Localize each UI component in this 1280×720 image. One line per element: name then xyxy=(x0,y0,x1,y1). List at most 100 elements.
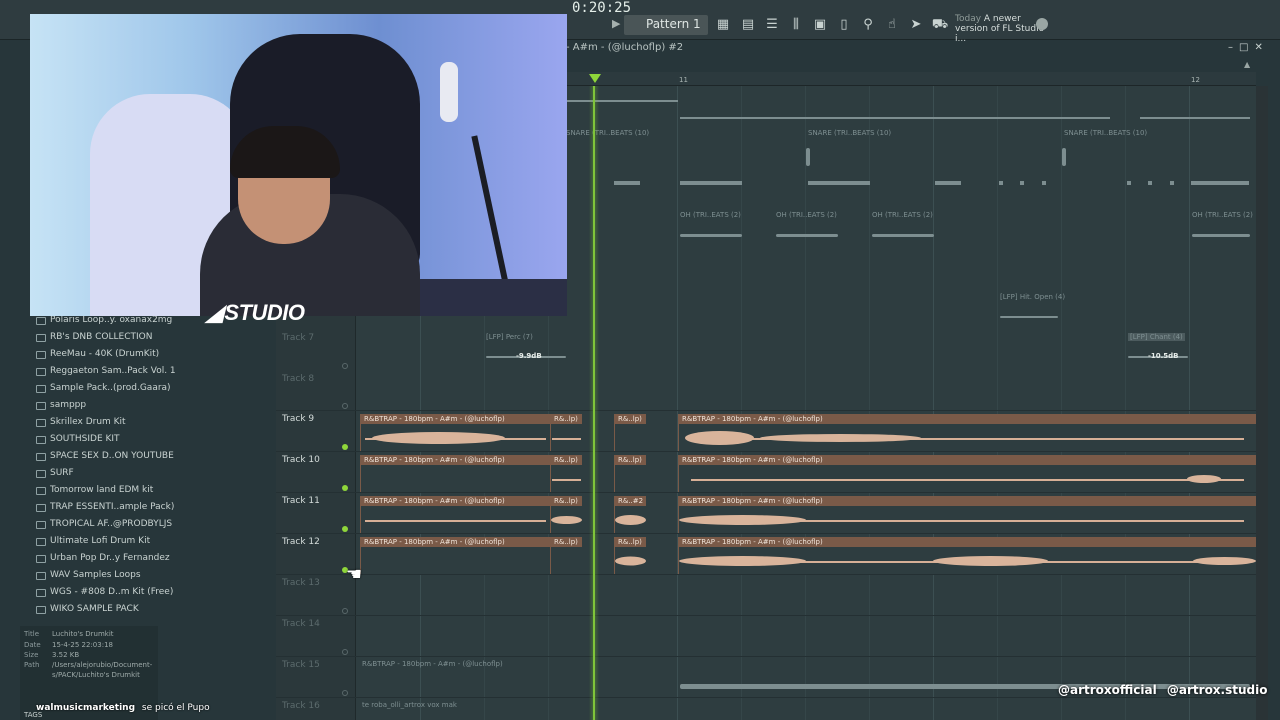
clip-body xyxy=(361,424,550,451)
clip-label: R&..lp) xyxy=(615,537,646,547)
track-mute-led[interactable] xyxy=(342,526,348,532)
clip-body xyxy=(361,465,550,492)
browser-folder-item[interactable]: samppp xyxy=(50,400,86,410)
send-icon[interactable]: ➤ xyxy=(907,16,925,34)
playlist-icon[interactable]: ▦ xyxy=(714,16,732,34)
news-panel[interactable]: Today A newer version of FL Studio i... xyxy=(955,14,1045,44)
audio-clip[interactable]: R&..lp) xyxy=(614,414,646,451)
track-mute-led[interactable] xyxy=(342,649,348,655)
track-label[interactable]: Track 9 xyxy=(282,414,314,424)
track-mute-led[interactable] xyxy=(342,403,348,409)
audio-clip[interactable]: R&..#2 xyxy=(614,496,646,533)
browser-folder-item[interactable]: Skrillex Drum Kit xyxy=(50,417,126,427)
track-label[interactable]: Track 14 xyxy=(282,619,320,629)
audio-clip[interactable]: R&BTRAP - 180bpm - A#m - (@luchoflp) xyxy=(360,455,550,492)
track-label[interactable]: Track 13 xyxy=(282,578,320,588)
audio-clip[interactable]: R&BTRAP - 180bpm - A#m - (@luchoflp) xyxy=(678,537,1256,574)
audio-clip[interactable]: R&BTRAP - 180bpm - A#m - (@luchoflp) xyxy=(360,496,550,533)
browser-folder-item[interactable]: WGS - #808 D..m Kit (Free) xyxy=(50,587,173,597)
cart-icon[interactable]: ⛟ xyxy=(931,16,949,34)
chat-username: walmusicmarketing xyxy=(36,703,136,713)
audio-clip[interactable]: R&..lp) xyxy=(550,496,582,533)
waveform xyxy=(551,515,582,524)
browser-folder-item[interactable]: SPACE SEX D..ON YOUTUBE xyxy=(50,451,174,461)
browser-folder-item[interactable]: WAV Samples Loops xyxy=(50,570,141,580)
folder-icon xyxy=(36,538,46,546)
track-label[interactable]: Track 12 xyxy=(282,537,320,547)
automation-clip-label: [LFP] Perc (7) xyxy=(486,333,533,341)
folder-icon xyxy=(36,453,46,461)
ghost-clip-label: [LFP] Hit. Open (4) xyxy=(1000,293,1066,301)
browser-folder-item[interactable]: RB's DNB COLLECTION xyxy=(50,332,153,342)
globe-icon[interactable] xyxy=(1036,18,1048,30)
browser-folder-item[interactable]: TROPICAL AF..@PRODBYLJS xyxy=(50,519,172,529)
audio-clip[interactable]: R&BTRAP - 180bpm - A#m - (@luchoflp) xyxy=(360,414,550,451)
browser-folder-item[interactable]: Sample Pack..(prod.Gaara) xyxy=(50,383,171,393)
audio-clip[interactable]: R&BTRAP - 180bpm - A#m - (@luchoflp) xyxy=(678,455,1256,492)
clip-label: R&BTRAP - 180bpm - A#m - (@luchoflp) xyxy=(679,496,1256,506)
audio-clip[interactable]: R&BTRAP - 180bpm - A#m - (@luchoflp) xyxy=(678,496,1256,533)
track-divider xyxy=(276,697,1256,698)
browser-folder-item[interactable]: TRAP ESSENTI..ample Pack) xyxy=(50,502,174,512)
folder-icon xyxy=(36,572,46,580)
browser-folder-item[interactable]: Polaris Loop..y. oxanax2mg xyxy=(50,315,172,325)
audio-clip[interactable]: R&BTRAP - 180bpm - A#m - (@luchoflp) xyxy=(678,414,1256,451)
grid-line xyxy=(1061,86,1062,720)
audio-clip[interactable]: R&..lp) xyxy=(614,537,646,574)
track-label[interactable]: Track 8 xyxy=(282,374,314,384)
clip-body xyxy=(679,506,1256,533)
mixer-icon[interactable]: ⫼ xyxy=(787,16,805,34)
scroll-up-icon[interactable]: ▲ xyxy=(1244,60,1250,69)
waveform xyxy=(1186,474,1222,483)
clip-label: R&BTRAP - 180bpm - A#m - (@luchoflp) xyxy=(361,537,550,547)
plugin-icon[interactable]: ⚲ xyxy=(859,16,877,34)
clip-label: R&BTRAP - 180bpm - A#m - (@luchoflp) xyxy=(361,455,550,465)
browser-folder-item[interactable]: Ultimate Lofi Drum Kit xyxy=(50,536,150,546)
piano-roll-icon[interactable]: ▤ xyxy=(739,16,757,34)
info-size-value: 3.52 KB xyxy=(52,651,80,659)
playhead-line[interactable] xyxy=(593,86,595,720)
browser-folder-item[interactable]: Reggaeton Sam..Pack Vol. 1 xyxy=(50,366,176,376)
track-label[interactable]: Track 15 xyxy=(282,660,320,670)
audio-clip[interactable]: R&..lp) xyxy=(614,455,646,492)
browser-folder-item[interactable]: Urban Pop Dr..y Fernandez xyxy=(50,553,170,563)
browser-folder-item[interactable]: WIKO SAMPLE PACK xyxy=(50,604,139,614)
audio-clip[interactable]: R&..lp) xyxy=(550,414,582,451)
ghost-wave xyxy=(1192,234,1250,237)
info-date-value: 15-4-25 22:03:18 xyxy=(52,641,113,649)
pattern-selector[interactable]: ▶ Pattern 1 xyxy=(612,15,708,35)
clip-body xyxy=(679,465,1256,492)
clip-body xyxy=(615,547,646,574)
track-mute-led[interactable] xyxy=(342,363,348,369)
browser-folder-item[interactable]: SURF xyxy=(50,468,74,478)
track-label[interactable]: Track 10 xyxy=(282,455,320,465)
window-controls[interactable]: –□✕ xyxy=(1228,42,1269,53)
browser-folder-item[interactable]: Tomorrow land EDM kit xyxy=(50,485,153,495)
audio-clip[interactable]: R&..lp) xyxy=(550,455,582,492)
track-mute-led[interactable] xyxy=(342,485,348,491)
timeline-ruler[interactable] xyxy=(566,72,1256,86)
track-mute-led[interactable] xyxy=(342,444,348,450)
clip-label: R&..lp) xyxy=(551,414,582,424)
browser-folder-item[interactable]: ReeMau - 40K (DrumKit) xyxy=(50,349,159,359)
playhead-marker[interactable] xyxy=(589,74,601,83)
track-label[interactable]: Track 7 xyxy=(282,333,314,343)
track-mute-led[interactable] xyxy=(342,608,348,614)
audio-clip[interactable]: R&BTRAP - 180bpm - A#m - (@luchoflp) xyxy=(360,537,550,574)
ghost-note xyxy=(808,181,870,185)
track-label[interactable]: Track 16 xyxy=(282,701,320,711)
browser-folder-item[interactable]: SOUTHSIDE KIT xyxy=(50,434,120,444)
muted-clip-label: R&BTRAP - 180bpm - A#m - (@luchoflp) xyxy=(362,660,503,668)
touch-icon[interactable]: ☝ xyxy=(883,16,901,34)
automation-value: -10.5dB xyxy=(1148,352,1179,360)
waveform xyxy=(372,431,505,444)
channel-rack-icon[interactable]: ☰ xyxy=(763,16,781,34)
pattern-arrow-icon[interactable]: ▶ xyxy=(612,17,620,30)
file-icon[interactable]: ▯ xyxy=(835,16,853,34)
track-label[interactable]: Track 11 xyxy=(282,496,320,506)
audio-clip[interactable]: R&..lp) xyxy=(550,537,582,574)
browser-icon[interactable]: ▣ xyxy=(811,16,829,34)
track-mute-led[interactable] xyxy=(342,690,348,696)
vertical-scrollbar[interactable] xyxy=(1256,86,1268,720)
info-size-key: Size xyxy=(24,651,39,659)
